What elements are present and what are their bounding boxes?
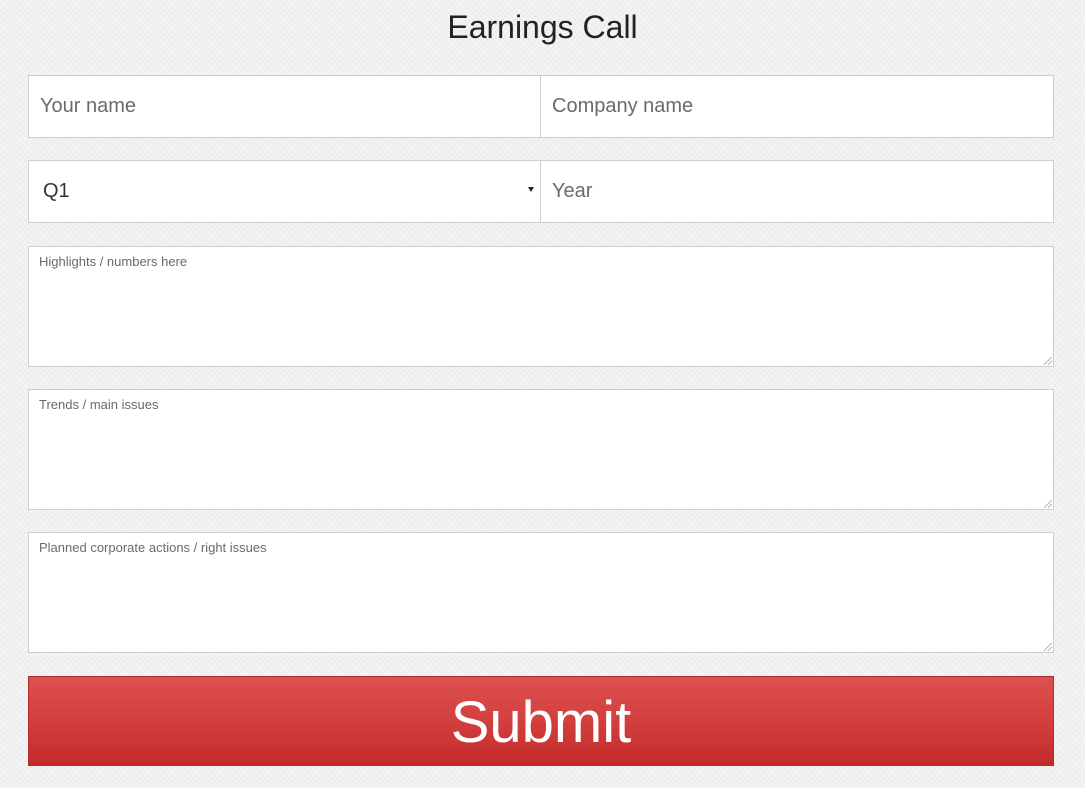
corporate-actions-textarea[interactable] bbox=[29, 533, 1053, 652]
period-row: Q1 bbox=[28, 160, 1054, 223]
earnings-call-form: Q1 bbox=[28, 75, 1054, 653]
company-name-input[interactable] bbox=[541, 76, 1053, 137]
year-cell bbox=[541, 160, 1054, 223]
quarter-select[interactable]: Q1 bbox=[28, 160, 541, 223]
year-input[interactable] bbox=[541, 161, 1053, 222]
resize-grip-icon[interactable] bbox=[1044, 500, 1052, 508]
trends-textarea[interactable] bbox=[29, 390, 1053, 509]
caret-down-icon bbox=[528, 187, 534, 192]
resize-grip-icon[interactable] bbox=[1044, 357, 1052, 365]
corporate-actions-box bbox=[28, 532, 1054, 653]
your-name-cell bbox=[28, 75, 541, 138]
name-row bbox=[28, 75, 1054, 138]
resize-grip-icon[interactable] bbox=[1044, 643, 1052, 651]
your-name-input[interactable] bbox=[29, 76, 540, 137]
submit-button[interactable]: Submit bbox=[28, 676, 1054, 766]
highlights-textarea[interactable] bbox=[29, 247, 1053, 366]
highlights-box bbox=[28, 246, 1054, 367]
company-name-cell bbox=[541, 75, 1054, 138]
quarter-select-value: Q1 bbox=[43, 180, 70, 202]
page-title: Earnings Call bbox=[447, 9, 638, 45]
trends-box bbox=[28, 389, 1054, 510]
